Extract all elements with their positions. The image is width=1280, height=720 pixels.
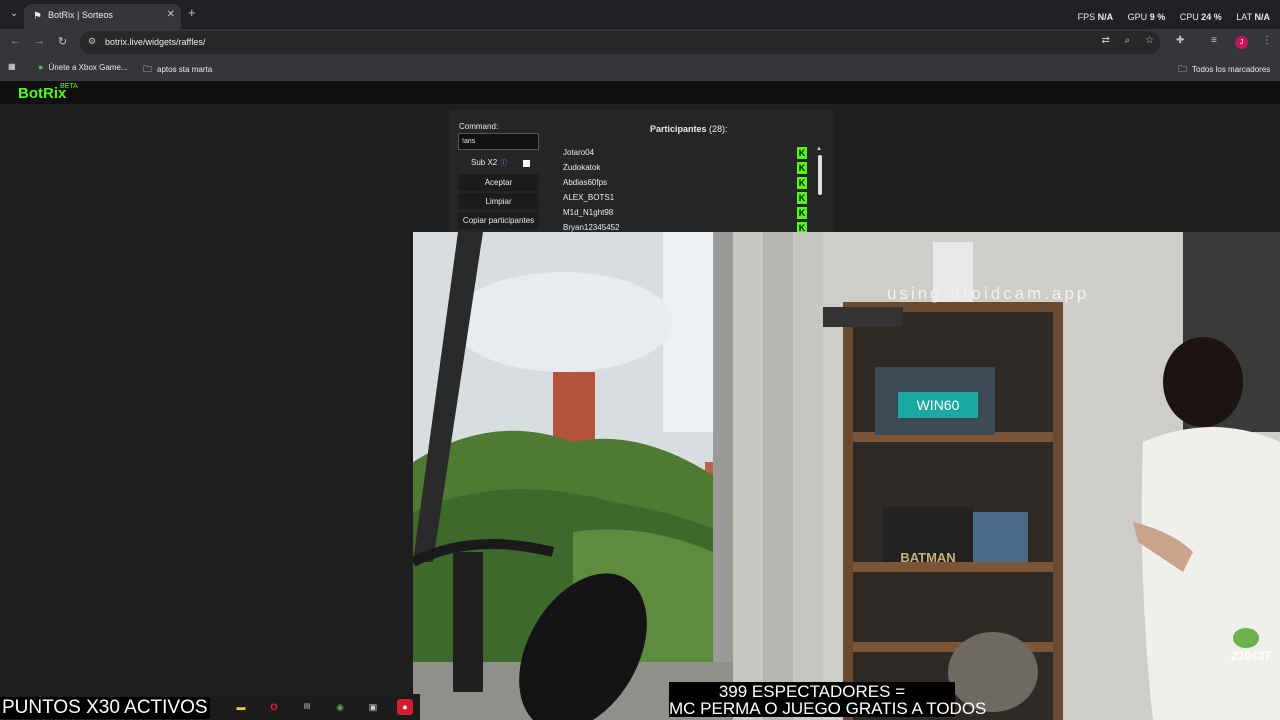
accept-button[interactable]: Aceptar xyxy=(458,174,539,191)
file-explorer-icon[interactable]: ▬ xyxy=(233,699,249,715)
all-bookmarks-folder[interactable]: 🗀 Todos los marcadores xyxy=(1178,62,1270,78)
lat-label: LAT xyxy=(1236,12,1252,22)
translate-icon[interactable]: ⇄ xyxy=(1101,35,1109,46)
participant-name: Zudokatok xyxy=(563,163,601,172)
zoom-icon[interactable]: ⌕ xyxy=(1125,35,1131,46)
viewers-line-1: 399 ESPECTADORES = xyxy=(718,682,906,701)
botrix-favicon-icon: ⚑ xyxy=(33,11,42,22)
participants-title-text: Participantes xyxy=(650,124,707,134)
bookmark-label: Todos los marcadores xyxy=(1192,65,1271,74)
performance-overlay: FPS N/A GPU 9 % CPU 24 % LAT N/A xyxy=(1078,12,1270,22)
window-app-icon[interactable]: ▣ xyxy=(365,699,381,715)
participant-name: ALEX_BOTS1 xyxy=(563,193,615,202)
taskbar: PUNTOS X30 ACTIVOS ▬ O ▤ ◉ ▣ ● xyxy=(0,694,420,720)
kick-icon: K xyxy=(797,192,807,204)
clear-button[interactable]: Limpiar xyxy=(458,193,539,210)
bookmarks-bar: ▦ ● Únete a Xbox Game... 🗀 aptos sta marta… xyxy=(0,56,1280,81)
chrome-icon[interactable]: ◉ xyxy=(332,699,348,715)
site-info-icon[interactable]: ⚙ xyxy=(88,36,96,47)
beta-badge: BETA xyxy=(60,83,78,90)
back-icon[interactable]: ← xyxy=(10,35,21,47)
folder-icon: 🗀 xyxy=(143,64,153,74)
sub-label-text: Sub X2 xyxy=(471,158,498,167)
kick-icon: K xyxy=(797,147,807,159)
bookmark-star-icon[interactable]: ☆ xyxy=(1145,35,1154,46)
bookmark-label: Únete a Xbox Game... xyxy=(48,63,128,72)
cpu-value: 24 % xyxy=(1201,12,1222,22)
list-item: Zudokatok K xyxy=(553,161,807,176)
xbox-icon: ● xyxy=(38,62,44,72)
apps-grid-icon[interactable]: ▦ xyxy=(8,62,16,71)
list-item: Abdias60fps K xyxy=(553,176,807,191)
gpu-value: 9 % xyxy=(1149,12,1166,22)
address-bar[interactable]: ⚙ botrix.live/widgets/raffles/ ⇄ ⌕ ☆ xyxy=(80,31,1160,54)
command-input[interactable] xyxy=(458,133,539,150)
extensions-icon[interactable]: ✚ xyxy=(1176,35,1184,46)
bookmark-folder-aptos[interactable]: 🗀 aptos sta marta xyxy=(143,62,212,78)
folder-icon: 🗀 xyxy=(1178,64,1188,74)
participants-title: Participantes (28): xyxy=(650,124,728,134)
new-tab-icon[interactable]: + xyxy=(188,5,196,20)
forward-icon[interactable]: → xyxy=(34,35,45,47)
reload-icon[interactable]: ↻ xyxy=(58,35,67,48)
close-tab-icon[interactable]: ✕ xyxy=(167,9,175,20)
list-item: M1d_N1ght98 K xyxy=(553,206,807,221)
recording-app-icon[interactable]: ● xyxy=(397,699,413,715)
points-banner: PUNTOS X30 ACTIVOS xyxy=(0,697,210,719)
viewers-line-2: MC PERMA O JUEGO GRATIS A TODOS xyxy=(669,699,987,718)
kick-icon: K xyxy=(797,162,807,174)
media-controls-icon[interactable]: ≡ xyxy=(1211,35,1217,46)
list-item: ALEX_BOTS1 K xyxy=(553,191,807,206)
webcam-feed: WIN60 BATMAN using droidcam.app 220437 xyxy=(413,232,1280,720)
gpu-label: GPU xyxy=(1127,12,1148,22)
bookmark-label: aptos sta marta xyxy=(157,65,213,74)
scroll-up-icon[interactable]: ▲ xyxy=(816,146,822,152)
participant-name: M1d_N1ght98 xyxy=(563,208,614,217)
app-header: BotRix BETA xyxy=(0,81,1280,104)
menu-icon[interactable]: ⋮ xyxy=(1262,35,1272,46)
cpu-label: CPU xyxy=(1179,12,1199,22)
tab-search-icon[interactable]: ⌄ xyxy=(5,5,23,23)
counter-text: 220437 xyxy=(1231,649,1272,663)
participants-count: (28): xyxy=(709,124,728,134)
app-shortcut-icon[interactable]: ▤ xyxy=(299,699,315,715)
avatar[interactable]: J xyxy=(1235,36,1248,49)
webcam-scene: WIN60 BATMAN xyxy=(413,232,1280,720)
url-text[interactable]: botrix.live/widgets/raffles/ xyxy=(105,37,205,47)
kick-icon: K xyxy=(797,207,807,219)
fps-label: FPS xyxy=(1077,12,1096,22)
win60-box-text: WIN60 xyxy=(917,397,960,413)
droidcam-watermark: using droidcam.app xyxy=(887,284,1090,303)
info-icon[interactable]: ⓘ xyxy=(500,160,507,167)
participant-name: Bryan12345452 xyxy=(563,223,620,232)
kick-icon: K xyxy=(797,177,807,189)
sub-x2-checkbox[interactable] xyxy=(523,160,530,167)
participant-name: Abdias60fps xyxy=(563,178,608,187)
fps-value: N/A xyxy=(1097,12,1114,22)
batman-box-text: BATMAN xyxy=(900,550,955,565)
tab-title: BotRix | Sorteos xyxy=(48,10,113,20)
sub-multiplier-label: Sub X2 ⓘ xyxy=(471,158,507,168)
frog-emote-icon xyxy=(1233,628,1259,648)
opera-icon[interactable]: O xyxy=(266,699,282,715)
list-item: Jotaro04 K xyxy=(553,146,807,161)
active-tab[interactable]: ⚑ BotRix | Sorteos ✕ xyxy=(24,4,181,29)
command-label: Command: xyxy=(459,122,499,131)
participant-name: Jotaro04 xyxy=(563,148,595,157)
viewers-banner: 399 ESPECTADORES = MC PERMA O JUEGO GRAT… xyxy=(669,682,987,718)
bookmark-xbox[interactable]: ● Únete a Xbox Game... xyxy=(38,62,128,72)
browser-toolbar: ← → ↻ ⚙ botrix.live/widgets/raffles/ ⇄ ⌕… xyxy=(0,29,1280,56)
lat-value: N/A xyxy=(1254,12,1271,22)
scrollbar-thumb[interactable] xyxy=(818,155,822,195)
tab-strip: ⌄ ⚑ BotRix | Sorteos ✕ + FPS N/A GPU 9 %… xyxy=(0,0,1280,29)
copy-participants-button[interactable]: Copiar participantes xyxy=(458,212,539,229)
